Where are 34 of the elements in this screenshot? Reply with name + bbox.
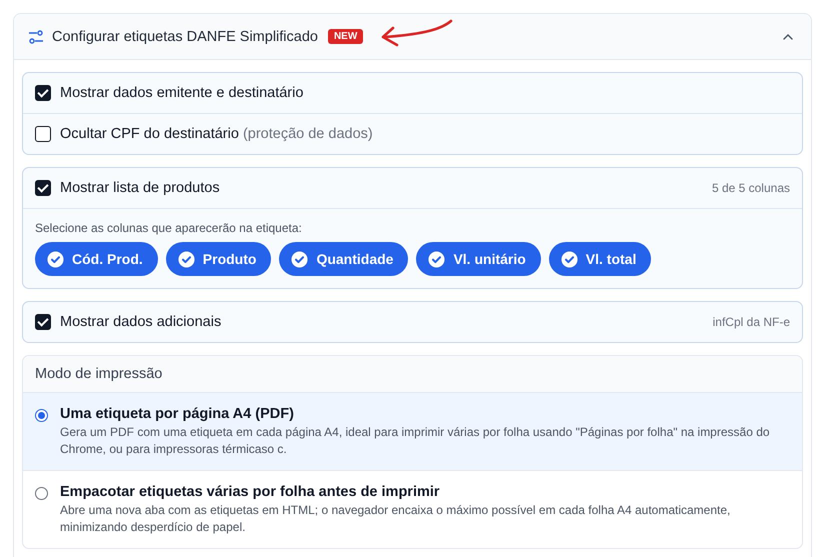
column-toggle[interactable]: Vl. total (548, 242, 652, 276)
checkbox[interactable] (35, 85, 51, 101)
section-title: Modo de impressão (23, 356, 802, 393)
checkbox[interactable] (35, 180, 51, 196)
column-toggle[interactable]: Quantidade (279, 242, 408, 276)
panel-header[interactable]: Configurar etiquetas DANFE Simplificado NEW (14, 14, 811, 60)
radio-button[interactable] (35, 487, 48, 500)
check-circle-icon (560, 250, 578, 268)
check-circle-icon (178, 250, 195, 268)
column-count: 5 de 5 colunas (712, 181, 790, 195)
option-label: Mostrar lista de produtos (60, 180, 220, 196)
option-label: Empacotar etiquetas várias por folha antes de imprimir (60, 484, 441, 500)
check-circle-icon (428, 250, 446, 268)
sliders-icon (28, 30, 44, 44)
option-description: Abre uma nova aba com as etiquetas em HTML; o navegador encaixa o máximo possível em cada folha A4 automaticamente, minimizando desperdício de papel. (60, 502, 732, 536)
checkbox[interactable] (35, 314, 51, 330)
option-note: infCpl da NF-e (712, 315, 790, 329)
checkbox[interactable] (35, 126, 51, 142)
column-toggle[interactable]: Cód. Prod. (35, 242, 158, 276)
check-circle-icon (291, 250, 308, 268)
radio-button[interactable] (35, 409, 48, 422)
option-label: Ocultar CPF do destinatário (proteção de dados) (60, 126, 373, 142)
new-badge: NEW (328, 29, 364, 44)
chevron-up-icon[interactable] (782, 32, 794, 40)
radio-option[interactable] (23, 393, 802, 470)
option-label: Mostrar dados emitente e destinatário (60, 85, 304, 101)
panel-title: Configurar etiquetas DANFE Simplificado (52, 28, 318, 44)
column-toggle[interactable]: Vl. unitário (416, 242, 541, 276)
check-circle-icon (47, 250, 64, 268)
hint-text: Selecione as colunas que aparecerão na etiqueta: (35, 221, 303, 235)
option-label: Mostrar dados adicionais (60, 314, 222, 330)
option-description: Gera um PDF com uma etiqueta em cada página A4, ideal para imprimir várias por folha usando "Páginas por folha" na impressão do Chrome, ou para impressoras térmicaso c. (60, 424, 771, 458)
option-label: Uma etiqueta por página A4 (PDF) (60, 406, 295, 422)
column-toggle[interactable]: Produto (166, 242, 272, 276)
